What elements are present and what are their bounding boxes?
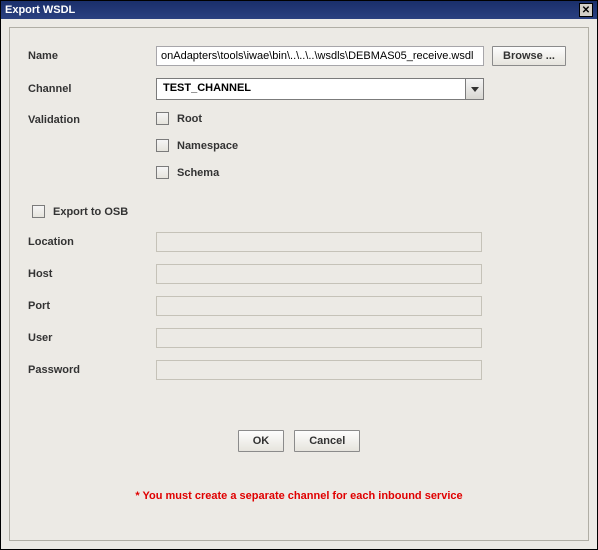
label-password: Password (24, 364, 156, 376)
checkbox-root[interactable] (156, 112, 169, 125)
dialog-title: Export WSDL (5, 4, 75, 16)
host-input (156, 264, 482, 284)
checkbox-export-osb-label: Export to OSB (53, 206, 128, 218)
label-validation: Validation (24, 112, 156, 126)
browse-button[interactable]: Browse ... (492, 46, 566, 66)
check-namespace: Namespace (156, 139, 238, 152)
checkbox-schema-label: Schema (177, 167, 219, 179)
label-channel: Channel (24, 83, 156, 95)
row-validation: Validation Root Namespace Schema (24, 112, 574, 179)
label-user: User (24, 332, 156, 344)
footer-note: * You must create a separate channel for… (24, 490, 574, 502)
checkbox-namespace-label: Namespace (177, 140, 238, 152)
row-password: Password (24, 360, 574, 380)
label-port: Port (24, 300, 156, 312)
validation-checks: Root Namespace Schema (156, 112, 238, 179)
password-input (156, 360, 482, 380)
check-root: Root (156, 112, 238, 125)
checkbox-root-label: Root (177, 113, 202, 125)
checkbox-schema[interactable] (156, 166, 169, 179)
row-host: Host (24, 264, 574, 284)
channel-selected: TEST_CHANNEL (157, 79, 465, 99)
button-row: OK Cancel (24, 430, 574, 452)
chevron-down-icon[interactable] (465, 79, 483, 99)
cancel-button[interactable]: Cancel (294, 430, 360, 452)
ok-button[interactable]: OK (238, 430, 285, 452)
panel: Name Browse ... Channel TEST_CHANNEL Val… (9, 27, 589, 541)
check-schema: Schema (156, 166, 238, 179)
label-name: Name (24, 50, 156, 62)
close-icon[interactable]: ✕ (579, 3, 593, 17)
label-host: Host (24, 268, 156, 280)
location-input (156, 232, 482, 252)
check-export-osb: Export to OSB (32, 205, 574, 218)
row-name: Name Browse ... (24, 46, 574, 66)
titlebar: Export WSDL ✕ (1, 1, 597, 19)
row-port: Port (24, 296, 574, 316)
checkbox-namespace[interactable] (156, 139, 169, 152)
row-user: User (24, 328, 574, 348)
checkbox-export-osb[interactable] (32, 205, 45, 218)
port-input (156, 296, 482, 316)
name-input[interactable] (156, 46, 484, 66)
label-location: Location (24, 236, 156, 248)
channel-select[interactable]: TEST_CHANNEL (156, 78, 484, 100)
user-input (156, 328, 482, 348)
row-channel: Channel TEST_CHANNEL (24, 78, 574, 100)
content: Name Browse ... Channel TEST_CHANNEL Val… (1, 19, 597, 549)
row-location: Location (24, 232, 574, 252)
export-wsdl-dialog: Export WSDL ✕ Name Browse ... Channel TE… (0, 0, 598, 550)
